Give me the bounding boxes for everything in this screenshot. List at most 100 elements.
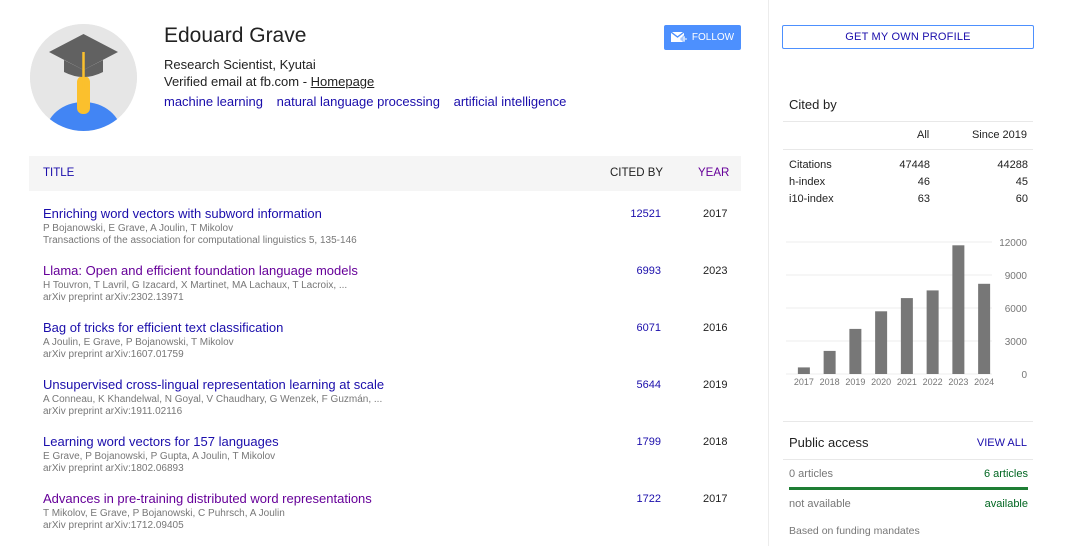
table-row: Learning word vectors for 157 languages … (43, 434, 741, 486)
paper-year: 2019 (703, 379, 728, 391)
sort-by-title[interactable]: TITLE (43, 167, 74, 179)
stat-since: 60 (1015, 193, 1028, 205)
stat-all: 47448 (899, 159, 930, 171)
y-tick-label: 9000 (1005, 271, 1028, 282)
public-access-heading: Public access (789, 435, 869, 450)
y-tick-label: 12000 (999, 238, 1027, 249)
paper-venue: arXiv preprint arXiv:1802.06893 (43, 463, 184, 474)
x-tick-label: 2024 (974, 377, 994, 387)
paper-venue: arXiv preprint arXiv:1911.02116 (43, 406, 183, 417)
funding-mandates-note: Based on funding mandates (789, 525, 920, 537)
profile-affiliation: Research Scientist, Kyutai (164, 57, 316, 72)
paper-year: 2016 (703, 322, 728, 334)
get-own-profile-button[interactable]: GET MY OWN PROFILE (782, 25, 1034, 49)
paper-year: 2017 (703, 493, 728, 505)
paper-venue: arXiv preprint arXiv:1712.09405 (43, 520, 184, 531)
divider (783, 421, 1033, 422)
stat-all: 63 (917, 193, 930, 205)
graduation-cap-person-icon (30, 24, 137, 131)
y-tick-label: 3000 (1005, 337, 1028, 348)
stat-label: h-index (789, 176, 826, 188)
stat-row-i10-index: i10-index 63 60 (789, 193, 1028, 207)
y-tick-label: 0 (1021, 370, 1027, 381)
paper-year: 2018 (703, 436, 728, 448)
table-row: Enriching word vectors with subword info… (43, 206, 741, 258)
public-access-progress-bar (789, 487, 1028, 490)
stat-label: i10-index (789, 193, 834, 205)
paper-year: 2023 (703, 265, 728, 277)
divider (783, 121, 1033, 122)
paper-authors: H Touvron, T Lavril, G Izacard, X Martin… (43, 280, 348, 291)
paper-venue: arXiv preprint arXiv:2302.13971 (43, 292, 184, 303)
profile-name: Edouard Grave (164, 24, 307, 47)
paper-title-link[interactable]: Unsupervised cross-lingual representatio… (43, 377, 384, 392)
paper-authors: P Bojanowski, E Grave, A Joulin, T Mikol… (43, 223, 234, 234)
view-all-link[interactable]: VIEW ALL (977, 437, 1027, 449)
citations-per-year-chart: 0 3000 6000 9000 12000 2017 2018 2019 2020 2021 20… (786, 238, 1028, 387)
paper-venue: arXiv preprint arXiv:1607.01759 (43, 349, 184, 360)
bar-2023[interactable] (952, 245, 965, 374)
bar-2022[interactable] (926, 290, 939, 374)
stats-header-all: All (917, 129, 930, 141)
bar-2019[interactable] (849, 328, 862, 374)
x-tick-label: 2018 (820, 377, 840, 387)
cited-by-count[interactable]: 5644 (601, 379, 661, 391)
not-available-label: not available (789, 498, 851, 510)
bar-2018[interactable] (823, 350, 836, 374)
stat-since: 45 (1015, 176, 1028, 188)
available-label: available (984, 498, 1028, 510)
cited-by-count[interactable]: 1799 (601, 436, 661, 448)
bar-2021[interactable] (900, 298, 913, 374)
interest-link[interactable]: artificial intelligence (454, 94, 567, 109)
x-tick-label: 2017 (794, 377, 814, 387)
sidebar-divider (768, 0, 769, 546)
mail-plus-icon (670, 32, 687, 43)
bar-2020[interactable] (875, 311, 888, 374)
paper-authors: A Joulin, E Grave, P Bojanowski, T Mikol… (43, 337, 234, 348)
available-count[interactable]: 6 articles (984, 468, 1028, 480)
divider (783, 459, 1033, 460)
not-available-count[interactable]: 0 articles (789, 468, 833, 480)
paper-venue: Transactions of the association for comp… (43, 235, 357, 246)
paper-year: 2017 (703, 208, 728, 220)
interest-link[interactable]: machine learning (164, 94, 263, 109)
stat-label: Citations (789, 159, 832, 171)
bar-2024[interactable] (978, 283, 991, 374)
paper-title-link[interactable]: Advances in pre-training distributed wor… (43, 491, 372, 506)
table-row: Bag of tricks for efficient text classif… (43, 320, 741, 372)
cited-by-count[interactable]: 1722 (601, 493, 661, 505)
paper-authors: E Grave, P Bojanowski, P Gupta, A Joulin… (43, 451, 276, 462)
cited-by-count[interactable]: 6071 (601, 322, 661, 334)
sort-by-cited[interactable]: CITED BY (610, 167, 663, 179)
stat-since: 44288 (997, 159, 1028, 171)
sort-by-year[interactable]: YEAR (698, 167, 729, 179)
follow-button[interactable]: FOLLOW (664, 25, 741, 50)
homepage-link[interactable]: Homepage (311, 74, 375, 89)
cited-by-count[interactable]: 12521 (601, 208, 661, 220)
stat-all: 46 (917, 176, 930, 188)
x-tick-label: 2019 (845, 377, 865, 387)
stats-header-since: Since 2019 (971, 129, 1027, 141)
y-tick-label: 6000 (1005, 304, 1028, 315)
interests-list: machine learning natural language proces… (164, 94, 576, 109)
bar-2017[interactable] (797, 367, 810, 374)
x-tick-label: 2023 (948, 377, 968, 387)
x-tick-label: 2022 (923, 377, 943, 387)
interest-link[interactable]: natural language processing (277, 94, 440, 109)
table-row: Llama: Open and efficient foundation lan… (43, 263, 741, 315)
cited-by-count[interactable]: 6993 (601, 265, 661, 277)
paper-authors: T Mikolov, E Grave, P Bojanowski, C Puhr… (43, 508, 285, 519)
paper-authors: A Conneau, K Khandelwal, N Goyal, V Chau… (43, 394, 383, 405)
articles-table-header: TITLE CITED BY YEAR (29, 156, 741, 191)
x-tick-label: 2021 (897, 377, 917, 387)
paper-title-link[interactable]: Bag of tricks for efficient text classif… (43, 320, 283, 335)
x-tick-label: 2020 (871, 377, 891, 387)
divider (783, 149, 1033, 150)
verified-email-text: Verified email at fb.com - (164, 74, 311, 89)
paper-title-link[interactable]: Learning word vectors for 157 languages (43, 434, 279, 449)
table-row: Advances in pre-training distributed wor… (43, 491, 741, 543)
paper-title-link[interactable]: Llama: Open and efficient foundation lan… (43, 263, 358, 278)
table-row: Unsupervised cross-lingual representatio… (43, 377, 741, 429)
follow-label: FOLLOW (691, 32, 735, 43)
paper-title-link[interactable]: Enriching word vectors with subword info… (43, 206, 322, 221)
